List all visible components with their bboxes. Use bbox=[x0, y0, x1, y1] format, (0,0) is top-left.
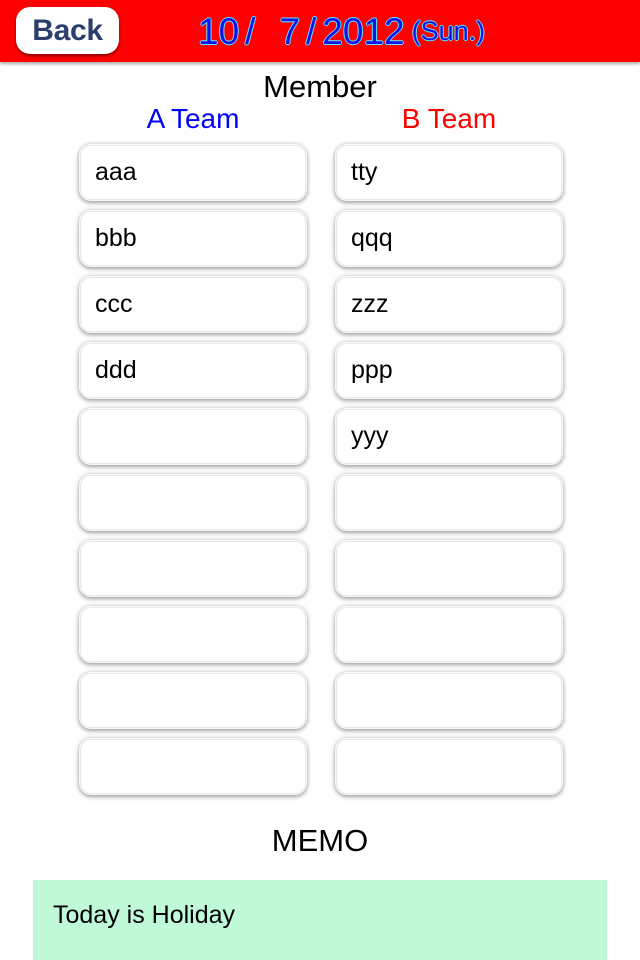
team-a-member-field[interactable] bbox=[80, 409, 306, 464]
team-b-member-value: tty bbox=[351, 158, 378, 186]
team-b-member-field[interactable]: qqq bbox=[336, 211, 562, 266]
back-button-label: Back bbox=[32, 13, 103, 47]
member-section-title: Member bbox=[263, 69, 377, 104]
team-b-title: B Team bbox=[401, 103, 497, 134]
team-b-member-field[interactable]: tty bbox=[336, 145, 562, 200]
team-b-member-field[interactable]: zzz bbox=[336, 277, 562, 332]
team-b-member-value: ppp bbox=[351, 356, 393, 384]
back-button[interactable]: Back bbox=[16, 7, 119, 54]
team-a-title: A Team bbox=[146, 103, 240, 134]
team-b-member-field[interactable]: yyy bbox=[336, 409, 562, 464]
team-a-member-value: ccc bbox=[95, 290, 133, 318]
team-b-member-field[interactable] bbox=[336, 739, 562, 794]
team-a-member-field[interactable] bbox=[80, 673, 306, 728]
memo-section-title: MEMO bbox=[271, 823, 369, 858]
team-b-member-field[interactable] bbox=[336, 541, 562, 596]
date-year: 2012 bbox=[322, 10, 405, 52]
team-a-member-field[interactable] bbox=[80, 541, 306, 596]
team-a-member-field[interactable]: ddd bbox=[80, 343, 306, 398]
navigation-bar: Back 10 / 7 / 2012 (Sun.) bbox=[0, 0, 640, 62]
date-month: 10 bbox=[198, 10, 240, 52]
team-b-member-value: yyy bbox=[351, 422, 389, 450]
team-b-member-value: zzz bbox=[351, 290, 389, 318]
team-b-member-field[interactable] bbox=[336, 607, 562, 662]
memo-text-value: Today is Holiday bbox=[53, 901, 236, 929]
team-a-member-value: bbb bbox=[95, 224, 137, 252]
team-a-member-value: aaa bbox=[95, 158, 137, 186]
date-weekday: (Sun.) bbox=[411, 15, 486, 46]
team-a-member-field[interactable]: aaa bbox=[80, 145, 306, 200]
team-a-member-field[interactable]: ccc bbox=[80, 277, 306, 332]
team-a-member-field[interactable] bbox=[80, 739, 306, 794]
team-a-member-list: aaa bbb ccc ddd bbox=[80, 145, 306, 805]
team-a-member-field[interactable] bbox=[80, 607, 306, 662]
date-day: 7 bbox=[279, 10, 301, 52]
team-b-member-value: qqq bbox=[351, 224, 393, 252]
team-a-member-value: ddd bbox=[95, 356, 137, 384]
date-separator-1: / bbox=[245, 10, 256, 52]
team-b-member-field[interactable] bbox=[336, 475, 562, 530]
team-a-member-field[interactable] bbox=[80, 475, 306, 530]
team-b-member-field[interactable]: ppp bbox=[336, 343, 562, 398]
date-separator-2: / bbox=[306, 10, 317, 52]
team-b-member-list: tty qqq zzz ppp yyy bbox=[336, 145, 562, 805]
team-b-member-field[interactable] bbox=[336, 673, 562, 728]
memo-textarea[interactable]: Today is Holiday bbox=[33, 880, 607, 960]
date-title: 10 / 7 / 2012 (Sun.) bbox=[130, 0, 630, 62]
team-a-member-field[interactable]: bbb bbox=[80, 211, 306, 266]
